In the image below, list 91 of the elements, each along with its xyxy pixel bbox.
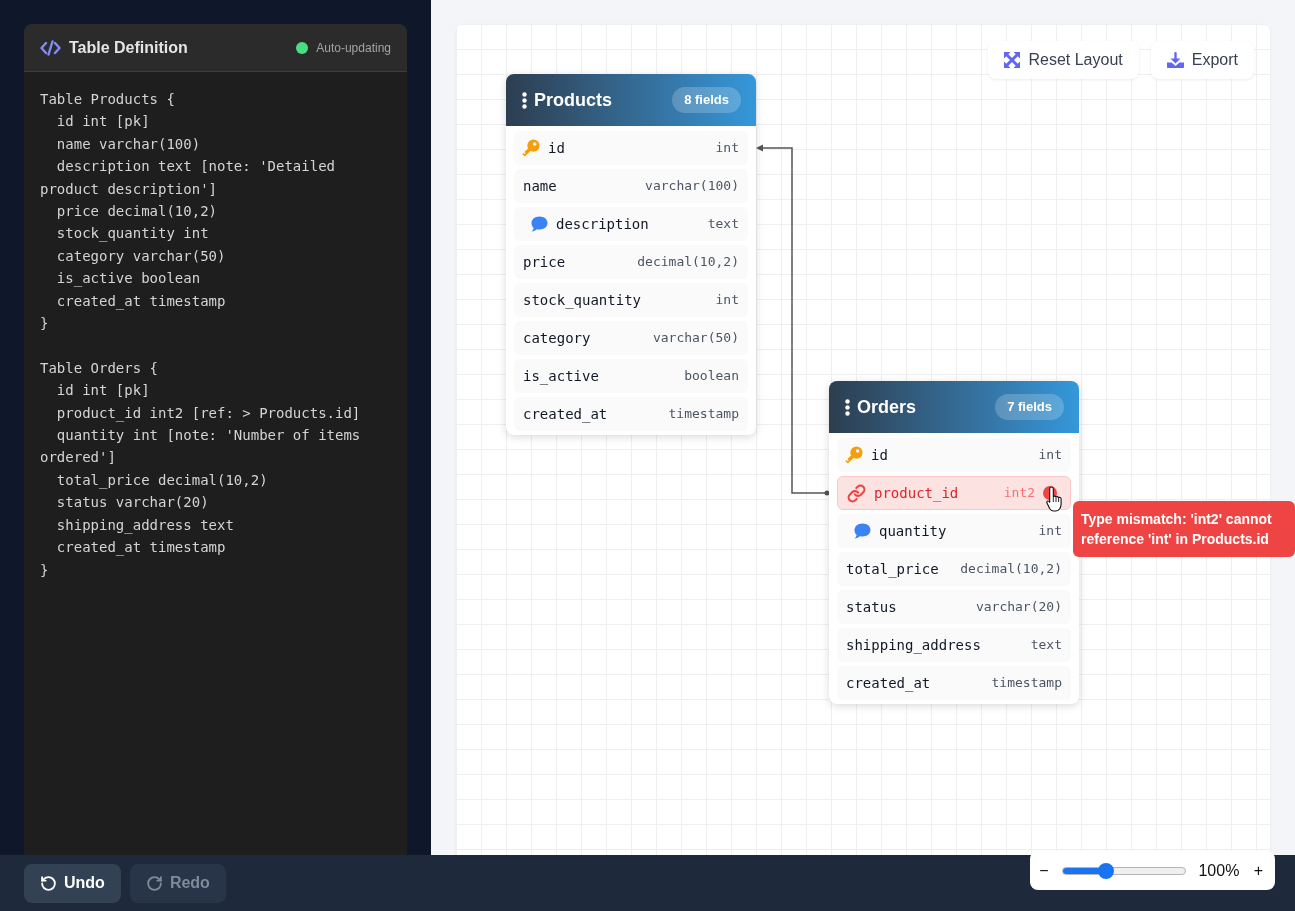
field-row[interactable]: description text <box>514 207 748 241</box>
speech-bubble-icon <box>854 523 871 539</box>
field-type: text <box>707 215 739 234</box>
field-name: name <box>523 176 557 196</box>
field-type: timestamp <box>668 405 739 424</box>
code-line: total_price decimal(10,2) <box>55 470 269 491</box>
field-type: timestamp <box>991 674 1062 693</box>
field-type: int <box>715 139 739 158</box>
field-type: text <box>1030 636 1062 655</box>
code-line: created_at timestamp <box>55 291 227 312</box>
code-line: } <box>40 560 50 580</box>
code-line: id int [pk] <box>55 112 151 132</box>
field-row[interactable]: price decimal(10,2) <box>514 245 748 279</box>
field-type: int <box>715 291 739 310</box>
code-line: Table Products { <box>40 90 176 109</box>
field-row[interactable]: name varchar(100) <box>514 169 748 203</box>
field-name: created_at <box>523 404 608 425</box>
expand-arrows-icon <box>1004 52 1021 68</box>
field-name: category <box>523 328 591 348</box>
field-row[interactable]: category varchar(50) <box>514 321 748 355</box>
table-card[interactable]: Products 8 fields id int name varchar(100) description text price decimal(10,2) stock_quantity int category varchar(50) is_active boolean created_at timestamp <box>506 74 756 435</box>
code-line: } <box>40 314 50 334</box>
field-type: decimal(10,2) <box>960 560 1062 579</box>
code-line: shipping_address text <box>55 515 235 536</box>
code-line: name varchar(100) <box>55 134 202 154</box>
field-row[interactable]: created_at timestamp <box>837 666 1071 700</box>
field-name: total_price <box>846 559 939 580</box>
vertical-dots-icon[interactable] <box>845 398 850 416</box>
field-row[interactable]: created_at timestamp <box>514 397 748 431</box>
field-type: int <box>1038 522 1062 541</box>
field-row[interactable]: stock_quantity int <box>514 283 748 317</box>
field-name: id <box>871 445 888 465</box>
field-name: created_at <box>846 673 931 694</box>
zoom-reading: 100% <box>1198 860 1241 881</box>
code-line: id int [pk] <box>55 381 151 401</box>
field-type: decimal(10,2) <box>637 253 739 272</box>
field-name: product_id <box>874 483 959 504</box>
code-line: status varchar(20) <box>55 493 210 513</box>
hand-cursor-icon <box>1046 486 1064 512</box>
redo-icon <box>145 874 163 892</box>
field-type: int2 <box>1003 484 1035 503</box>
field-count-badge: 7 fields <box>995 394 1064 420</box>
code-line: Table Orders { <box>40 358 159 378</box>
table-name: Products <box>534 88 612 112</box>
field-type: int <box>1038 446 1062 465</box>
code-line: product_id int2 [ref: > Products.id] <box>55 403 362 424</box>
field-name: is_active <box>523 366 599 387</box>
panel-title: Table Definition <box>69 37 188 58</box>
table-header[interactable]: Orders 7 fields <box>829 381 1079 433</box>
field-name: price <box>523 252 566 272</box>
field-row[interactable]: quantity int <box>837 514 1071 548</box>
zoom-in-button[interactable]: + <box>1253 862 1263 879</box>
status-label: Auto-updating <box>316 39 391 57</box>
field-type: boolean <box>684 367 739 386</box>
field-row[interactable]: id int <box>514 131 748 165</box>
link-icon <box>847 483 866 503</box>
slider-thumb[interactable] <box>1097 862 1114 879</box>
code-line: category varchar(50) <box>55 246 227 266</box>
code-icon <box>40 39 61 56</box>
table-name: Orders <box>857 395 917 419</box>
undo-button[interactable]: Undo <box>24 863 121 903</box>
toolbar-button[interactable]: Reset Layout <box>988 41 1139 79</box>
table-header[interactable]: Products 8 fields <box>506 74 756 126</box>
speech-bubble-icon <box>531 216 548 232</box>
code-line: is_active boolean <box>55 269 202 289</box>
field-type: varchar(20) <box>975 598 1062 617</box>
field-row[interactable]: is_active boolean <box>514 359 748 393</box>
vertical-dots-icon[interactable] <box>522 91 527 109</box>
zoom-out-button[interactable]: − <box>1038 862 1050 879</box>
field-type: varchar(100) <box>645 177 739 196</box>
code-line: stock_quantity int <box>55 224 210 244</box>
field-name: shipping_address <box>846 635 981 656</box>
field-name: id <box>548 138 565 158</box>
code-line: created_at timestamp <box>55 538 227 558</box>
field-row[interactable]: status varchar(20) <box>837 590 1071 624</box>
key-icon <box>522 139 540 157</box>
field-type: varchar(50) <box>652 329 739 348</box>
code-line: price decimal(10,2) <box>55 202 218 222</box>
undo-icon <box>40 874 57 892</box>
field-row[interactable]: shipping_address text <box>837 628 1071 662</box>
field-row[interactable]: id int <box>837 438 1071 472</box>
field-name: quantity <box>879 521 947 541</box>
field-row[interactable]: total_price decimal(10,2) <box>837 552 1071 586</box>
toolbar-button[interactable]: Export <box>1150 41 1254 79</box>
key-icon <box>845 446 863 464</box>
field-name: status <box>846 597 897 617</box>
field-count-badge: 8 fields <box>672 87 741 113</box>
download-icon <box>1166 52 1184 68</box>
error-tooltip: Type mismatch: 'int2' cannot reference 'int' in Products.id <box>1073 501 1295 557</box>
field-name: description <box>556 214 649 234</box>
field-name: stock_quantity <box>523 290 641 311</box>
